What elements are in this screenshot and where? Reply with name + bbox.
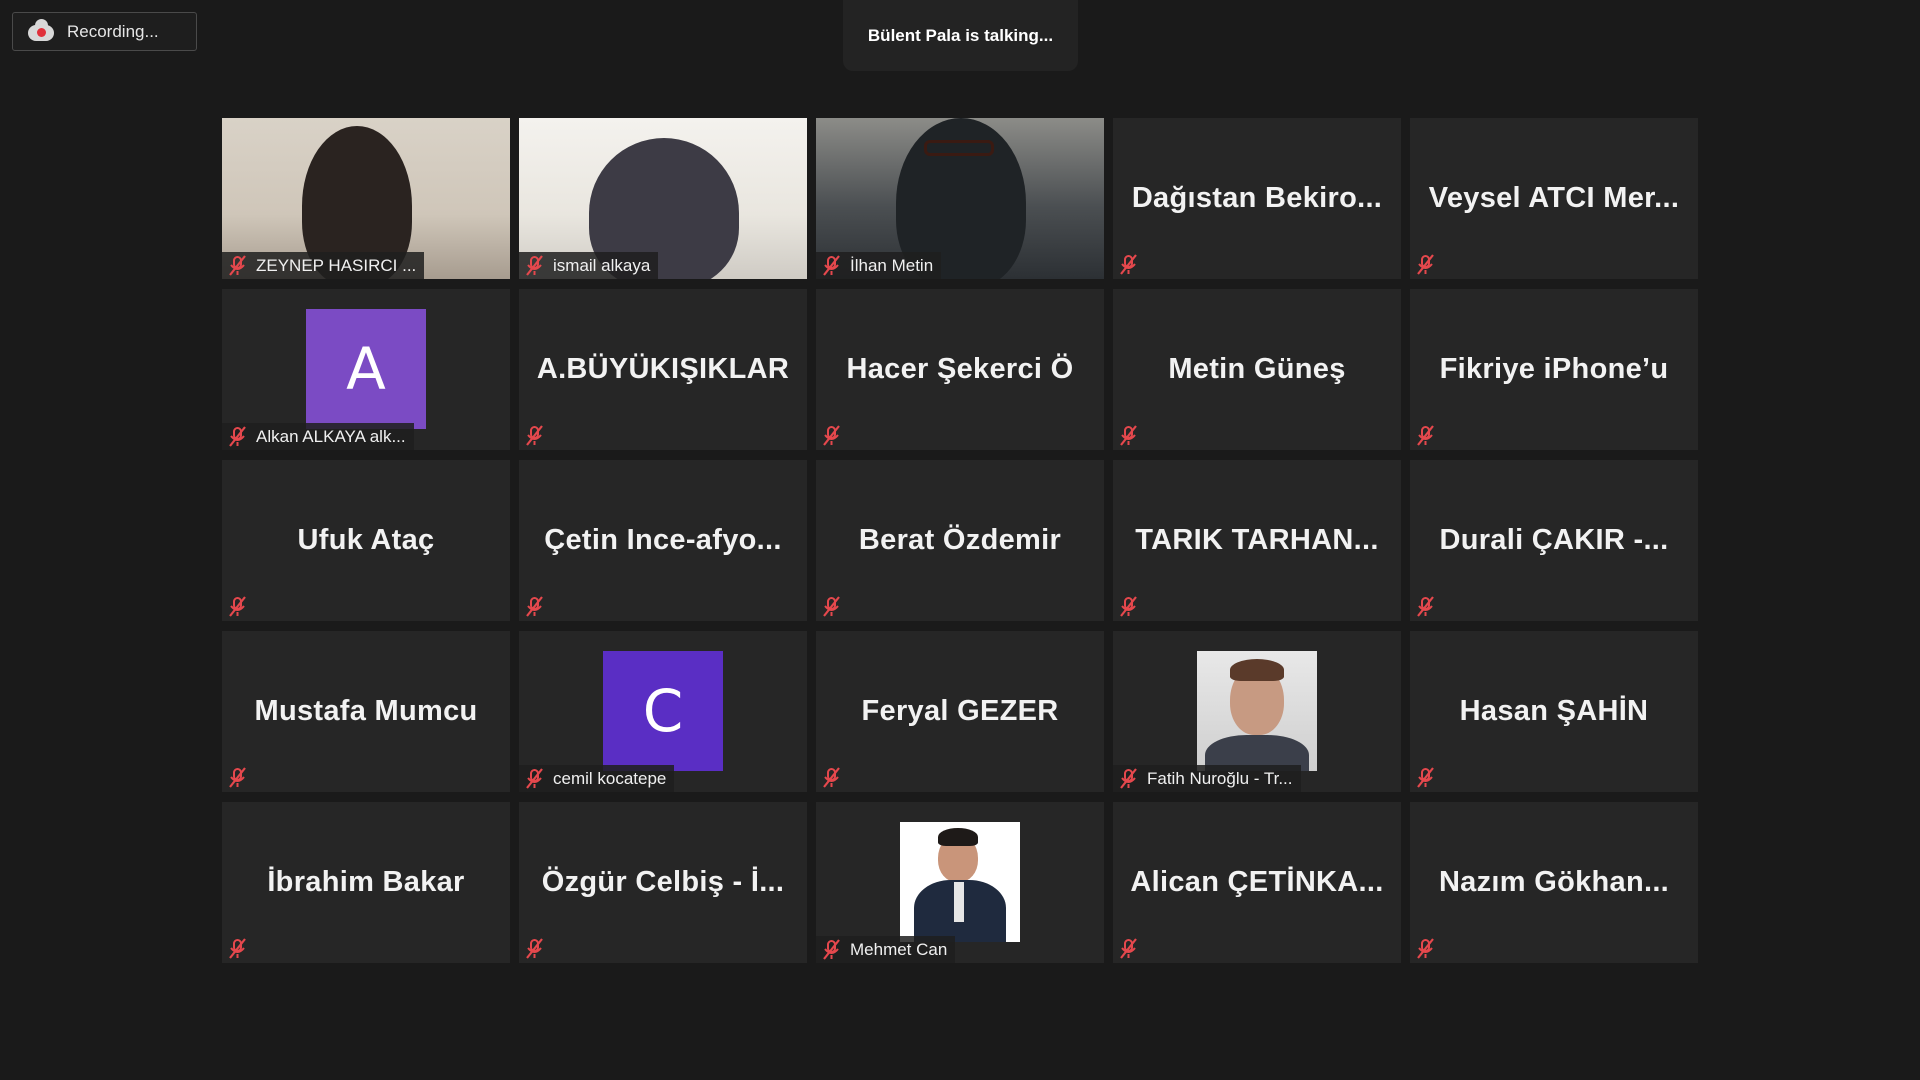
participant-label: cemil kocatepe — [519, 765, 675, 792]
participant-tile[interactable]: İlhan Metin — [816, 118, 1104, 279]
mic-muted-icon — [1414, 254, 1438, 276]
mic-muted-icon — [820, 767, 844, 789]
participant-name: Mustafa Mumcu — [254, 695, 478, 727]
participant-label: Alkan ALKAYA alk... — [222, 423, 414, 450]
mic-muted-icon — [1117, 425, 1141, 447]
mic-muted-icon — [226, 596, 250, 618]
participant-label-text: Alkan ALKAYA alk... — [256, 426, 406, 446]
participant-tile[interactable]: Ufuk Ataç — [222, 460, 510, 621]
participant-name: Dağıstan Bekiro... — [1131, 182, 1383, 214]
participant-label: İlhan Metin — [816, 252, 942, 279]
participant-label-text: İlhan Metin — [850, 255, 934, 275]
participant-tile[interactable]: Berat Özdemir — [816, 460, 1104, 621]
mic-muted-icon — [226, 938, 250, 960]
participant-name: Fikriye iPhone’u — [1439, 353, 1669, 385]
participant-label: Fatih Nuroğlu - Tr... — [1113, 765, 1301, 792]
participant-name: Metin Güneş — [1168, 353, 1346, 385]
mic-muted-icon — [1117, 767, 1141, 790]
participant-tile[interactable]: Özgür Celbiş - İ... — [519, 802, 807, 963]
participant-tile[interactable]: Dağıstan Bekiro... — [1113, 118, 1401, 279]
participant-tile[interactable]: TARIK TARHAN... — [1113, 460, 1401, 621]
participant-label-text: Mehmet Can — [850, 939, 948, 959]
profile-photo — [1197, 651, 1317, 771]
mic-muted-icon — [820, 425, 844, 447]
mic-muted-icon — [523, 254, 547, 277]
participant-label-text: cemil kocatepe — [553, 768, 667, 788]
participant-name: Feryal GEZER — [861, 695, 1059, 727]
mic-muted-icon — [1117, 254, 1141, 276]
active-speaker-banner: Bülent Pala is talking... — [843, 0, 1078, 71]
participant-tile[interactable]: Durali ÇAKIR -... — [1410, 460, 1698, 621]
participant-label: Mehmet Can — [816, 936, 956, 963]
cloud-record-icon — [27, 18, 55, 43]
participant-name: A.BÜYÜKIŞIKLAR — [536, 353, 790, 385]
recording-label: Recording... — [67, 21, 159, 41]
participant-tile[interactable]: Alican ÇETİNKA... — [1113, 802, 1401, 963]
mic-muted-icon — [523, 596, 547, 618]
participant-label-text: ismail alkaya — [553, 255, 651, 275]
participant-tile[interactable]: Fatih Nuroğlu - Tr... — [1113, 631, 1401, 792]
mic-muted-icon — [820, 938, 844, 961]
participant-tile[interactable]: Veysel ATCI Mer... — [1410, 118, 1698, 279]
participant-tile[interactable]: Metin Güneş — [1113, 289, 1401, 450]
participant-tile[interactable]: Mustafa Mumcu — [222, 631, 510, 792]
participant-tile[interactable]: İbrahim Bakar — [222, 802, 510, 963]
participant-label-text: ZEYNEP HASIRCI ... — [256, 255, 417, 275]
mic-muted-icon — [523, 425, 547, 447]
participant-tile[interactable]: Mehmet Can — [816, 802, 1104, 963]
participant-tile[interactable]: ismail alkaya — [519, 118, 807, 279]
participant-tile[interactable]: Hacer Şekerci Ö — [816, 289, 1104, 450]
participant-name: TARIK TARHAN... — [1135, 524, 1379, 556]
active-speaker-text: Bülent Pala is talking... — [867, 25, 1054, 45]
participant-label: ZEYNEP HASIRCI ... — [222, 252, 425, 279]
participant-tile[interactable]: ZEYNEP HASIRCI ... — [222, 118, 510, 279]
participant-tile[interactable]: Hasan ŞAHİN — [1410, 631, 1698, 792]
participant-tile[interactable]: Ccemil kocatepe — [519, 631, 807, 792]
participant-name: Çetin Ince-afyo... — [544, 524, 782, 556]
mic-muted-icon — [226, 425, 250, 448]
glasses-shape — [924, 140, 994, 156]
participant-tile[interactable]: A.BÜYÜKIŞIKLAR — [519, 289, 807, 450]
participant-tile[interactable]: Nazım Gökhan... — [1410, 802, 1698, 963]
participant-label: ismail alkaya — [519, 252, 659, 279]
participant-name: Ufuk Ataç — [297, 524, 435, 556]
mic-muted-icon — [820, 596, 844, 618]
mic-muted-icon — [1117, 938, 1141, 960]
mic-muted-icon — [820, 254, 844, 277]
participant-name: İbrahim Bakar — [267, 866, 465, 898]
participant-label-text: Fatih Nuroğlu - Tr... — [1147, 768, 1293, 788]
participant-name: Veysel ATCI Mer... — [1428, 182, 1680, 214]
mic-muted-icon — [1414, 425, 1438, 447]
participant-name: Alican ÇETİNKA... — [1130, 866, 1384, 898]
participant-gallery: ZEYNEP HASIRCI ... ismail alkaya İlhan Met… — [222, 118, 1698, 963]
mic-muted-icon — [226, 767, 250, 789]
mic-muted-icon — [1414, 767, 1438, 789]
participant-tile[interactable]: Feryal GEZER — [816, 631, 1104, 792]
participant-name: Hasan ŞAHİN — [1459, 695, 1649, 727]
mic-muted-icon — [1414, 938, 1438, 960]
mic-muted-icon — [523, 767, 547, 790]
mic-muted-icon — [1117, 596, 1141, 618]
participant-name: Nazım Gökhan... — [1438, 866, 1670, 898]
participant-name: Berat Özdemir — [858, 524, 1062, 556]
avatar: A — [306, 309, 426, 429]
profile-photo — [900, 822, 1020, 942]
participant-name: Özgür Celbiş - İ... — [541, 866, 785, 898]
participant-tile[interactable]: Fikriye iPhone’u — [1410, 289, 1698, 450]
participant-name: Hacer Şekerci Ö — [846, 353, 1074, 385]
participant-tile[interactable]: Çetin Ince-afyo... — [519, 460, 807, 621]
participant-tile[interactable]: A Alkan ALKAYA alk... — [222, 289, 510, 450]
mic-muted-icon — [226, 254, 250, 277]
recording-indicator[interactable]: Recording... — [12, 12, 197, 51]
mic-muted-icon — [1414, 596, 1438, 618]
avatar: C — [603, 651, 723, 771]
mic-muted-icon — [523, 938, 547, 960]
participant-name: Durali ÇAKIR -... — [1439, 524, 1669, 556]
